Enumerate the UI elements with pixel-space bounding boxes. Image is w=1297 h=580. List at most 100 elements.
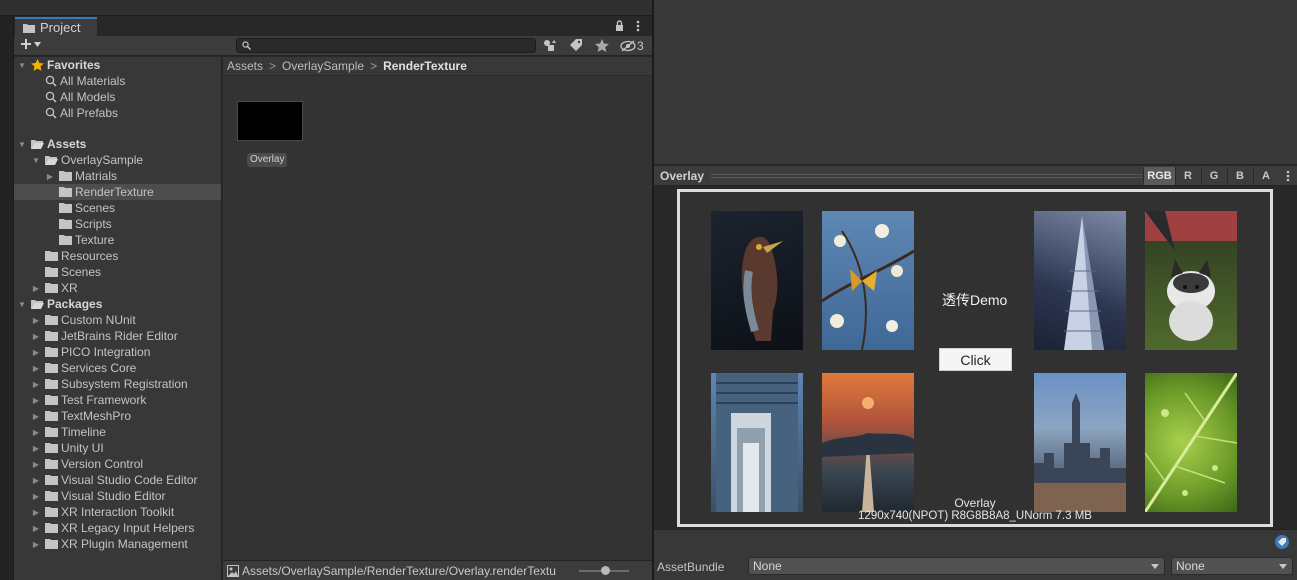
package-item[interactable]: ▶ Services Core [14, 360, 221, 376]
expand-arrow-icon[interactable]: ▶ [31, 408, 41, 424]
expand-arrow-icon[interactable]: ▼ [17, 136, 27, 152]
icon-size-slider-handle[interactable] [601, 566, 610, 575]
package-item[interactable]: ▶ TextMeshPro [14, 408, 221, 424]
favorite-star-icon[interactable] [595, 39, 609, 52]
expand-arrow-icon[interactable]: ▶ [31, 488, 41, 504]
package-item[interactable]: ▶ Custom NUnit [14, 312, 221, 328]
create-dropdown-button[interactable] [20, 38, 41, 50]
package-label: XR Interaction Toolkit [61, 505, 175, 519]
expand-arrow-icon[interactable]: ▼ [31, 152, 41, 168]
folder-label: Scenes [75, 201, 116, 215]
expand-arrow-icon[interactable]: ▶ [31, 536, 41, 552]
breadcrumb-item[interactable]: Assets [227, 59, 263, 73]
folder-icon [59, 219, 72, 229]
search-icon [242, 41, 251, 50]
folder-matrials[interactable]: ▶ Matrials [14, 168, 221, 184]
expand-arrow-icon[interactable]: ▶ [31, 472, 41, 488]
folder-rendertexture[interactable]: RenderTexture [14, 184, 221, 200]
tab-project[interactable]: Project [15, 17, 97, 36]
folder-icon [45, 379, 58, 389]
package-item[interactable]: ▶ Visual Studio Editor [14, 488, 221, 504]
folder-scripts[interactable]: Scripts [14, 216, 221, 232]
folder-icon [45, 331, 58, 341]
package-item[interactable]: ▶ XR Plugin Management [14, 536, 221, 552]
folder-overlaysample[interactable]: ▼ OverlaySample [14, 152, 221, 168]
render-texture-preview: 透传Demo Click Overlay 1290x740(NPOT) R8G8… [677, 189, 1273, 527]
render-texture-thumbnail[interactable] [237, 101, 303, 141]
expand-arrow-icon[interactable]: ▶ [31, 280, 41, 296]
folder-icon [59, 203, 72, 213]
channel-g-button[interactable]: G [1201, 167, 1226, 185]
asset-label-tag-icon[interactable] [1274, 535, 1290, 549]
folder-label: RenderTexture [75, 185, 154, 199]
folder-scenes[interactable]: Scenes [14, 264, 221, 280]
package-item[interactable]: ▶ Subsystem Registration [14, 376, 221, 392]
package-item[interactable]: ▶ Visual Studio Code Editor [14, 472, 221, 488]
folder-icon [59, 235, 72, 245]
package-label: Version Control [61, 457, 144, 471]
expand-arrow-icon[interactable]: ▶ [31, 504, 41, 520]
breadcrumb-item-current[interactable]: RenderTexture [383, 59, 467, 73]
favorites-item[interactable]: All Prefabs [14, 105, 221, 121]
expand-arrow-icon[interactable]: ▶ [31, 328, 41, 344]
folder-resources[interactable]: Resources [14, 248, 221, 264]
folder-scenes[interactable]: Scenes [14, 200, 221, 216]
package-item[interactable]: ▶ Timeline [14, 424, 221, 440]
search-input[interactable] [236, 38, 536, 53]
asset-name-label[interactable]: Overlay [247, 153, 288, 167]
folder-label: OverlaySample [61, 153, 144, 167]
package-label: Timeline [61, 425, 106, 439]
expand-arrow-icon[interactable]: ▶ [31, 440, 41, 456]
favorites-item[interactable]: All Materials [14, 73, 221, 89]
package-item[interactable]: ▶ Unity UI [14, 440, 221, 456]
package-label: Unity UI [61, 441, 104, 455]
channel-r-button[interactable]: R [1175, 167, 1200, 185]
expand-arrow-icon[interactable]: ▶ [31, 312, 41, 328]
expand-arrow-icon[interactable]: ▼ [17, 296, 27, 312]
kebab-menu-icon[interactable] [1286, 170, 1290, 182]
favorites-header[interactable]: ▼ Favorites [14, 57, 221, 73]
folder-icon [23, 23, 35, 33]
package-item[interactable]: ▶ JetBrains Rider Editor [14, 328, 221, 344]
breadcrumb-item[interactable]: OverlaySample [282, 59, 364, 73]
kebab-menu-icon[interactable] [636, 20, 640, 32]
channel-b-button[interactable]: B [1227, 167, 1252, 185]
expand-arrow-icon[interactable]: ▶ [31, 376, 41, 392]
filter-by-label-icon[interactable] [569, 39, 583, 52]
folder-icon [45, 443, 58, 453]
folder-texture[interactable]: Texture [14, 232, 221, 248]
hidden-packages-toggle[interactable]: 3 [620, 39, 644, 53]
expand-arrow-icon[interactable]: ▶ [31, 456, 41, 472]
packages-root[interactable]: ▼ Packages [14, 296, 221, 312]
expand-arrow-icon[interactable]: ▶ [31, 344, 41, 360]
assetbundle-name-dropdown[interactable]: None [748, 557, 1165, 575]
package-item[interactable]: ▶ XR Legacy Input Helpers [14, 520, 221, 536]
lock-icon[interactable] [615, 20, 624, 31]
package-item[interactable]: ▶ XR Interaction Toolkit [14, 504, 221, 520]
channel-a-button[interactable]: A [1253, 167, 1278, 185]
package-item[interactable]: ▶ PICO Integration [14, 344, 221, 360]
tab-bar: Project [14, 16, 652, 36]
folder-icon [45, 283, 58, 293]
assetbundle-variant-dropdown[interactable]: None [1171, 557, 1293, 575]
folder-icon [45, 491, 58, 501]
sunset-road-photo [822, 373, 914, 512]
expand-arrow-icon[interactable]: ▶ [31, 392, 41, 408]
click-button: Click [939, 348, 1012, 371]
texture-preview-area: 透传Demo Click Overlay 1290x740(NPOT) R8G8… [654, 187, 1297, 529]
assetbundle-label: AssetBundle [657, 560, 725, 574]
expand-arrow-icon[interactable]: ▶ [31, 424, 41, 440]
package-item[interactable]: ▶ Test Framework [14, 392, 221, 408]
expand-arrow-icon[interactable]: ▶ [31, 520, 41, 536]
expand-arrow-icon[interactable]: ▶ [31, 360, 41, 376]
expand-arrow-icon[interactable]: ▶ [45, 168, 55, 184]
assets-root[interactable]: ▼ Assets [14, 136, 221, 152]
favorites-item[interactable]: All Models [14, 89, 221, 105]
favorite-star-icon [31, 59, 44, 71]
package-item[interactable]: ▶ Version Control [14, 456, 221, 472]
channel-rgb-button[interactable]: RGB [1143, 167, 1175, 185]
filter-by-type-icon[interactable] [543, 39, 557, 52]
expand-arrow-icon[interactable]: ▼ [17, 57, 27, 73]
folder-xr[interactable]: ▶ XR [14, 280, 221, 296]
apartment-building-photo [711, 373, 803, 512]
